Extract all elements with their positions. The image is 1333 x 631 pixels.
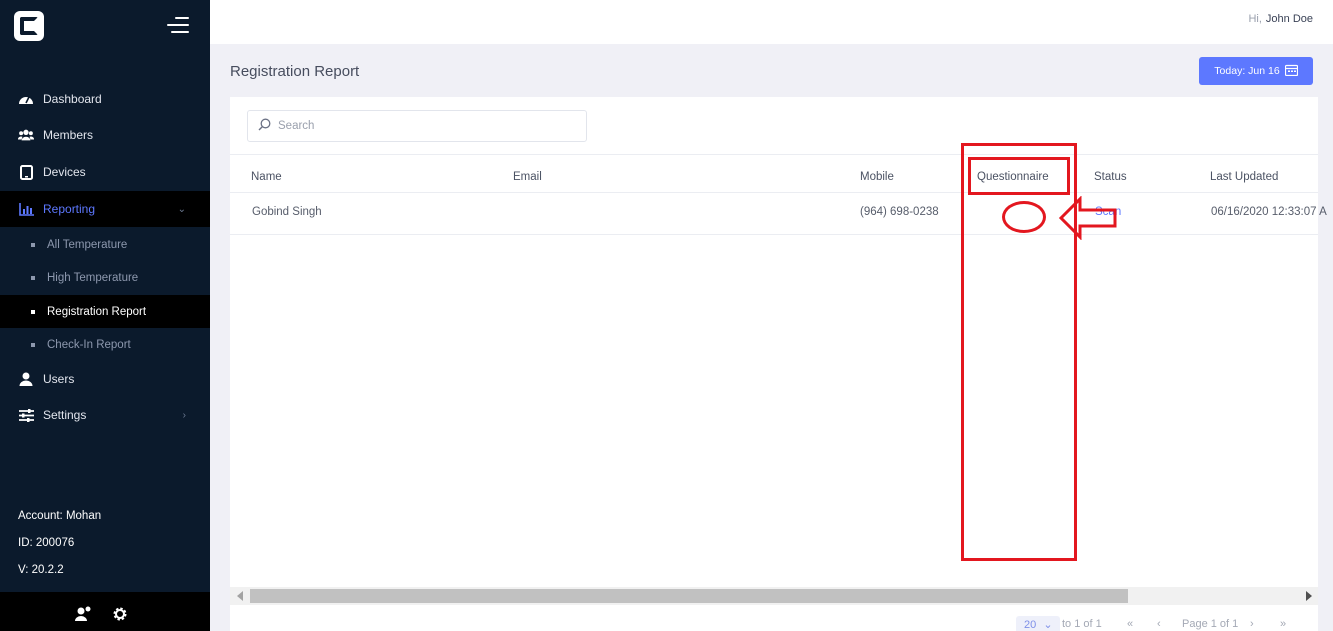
scroll-left-icon[interactable]	[237, 591, 243, 601]
pagination-range: to 1 of 1	[1062, 618, 1102, 630]
annotation-arrow-icon	[1058, 196, 1117, 240]
sidebar-item-users[interactable]: Users	[0, 361, 210, 397]
sidebar-subitem-all-temperature[interactable]: All Temperature	[0, 228, 210, 261]
app-logo[interactable]	[14, 11, 44, 41]
sidebar-item-label: Users	[43, 372, 75, 386]
sidebar-item-settings[interactable]: Settings ›	[0, 397, 210, 433]
user-name: John Doe	[1265, 13, 1313, 25]
page-title: Registration Report	[230, 63, 360, 80]
annotation-header-highlight	[968, 157, 1070, 195]
user-greeting[interactable]: Hi, John Doe	[1248, 13, 1313, 25]
sidebar-item-members[interactable]: Members	[0, 117, 210, 153]
next-page-icon[interactable]: ›	[1250, 618, 1254, 630]
sidebar-item-label: Dashboard	[43, 92, 102, 106]
sidebar: Dashboard Members Devices Reporting ⌄ Al…	[0, 0, 210, 631]
bullet-icon	[31, 275, 35, 280]
first-page-icon[interactable]: «	[1127, 618, 1133, 630]
bullet-icon	[31, 309, 35, 314]
sidebar-item-label: Devices	[43, 165, 86, 179]
horizontal-scrollbar[interactable]	[230, 587, 1318, 605]
cell-mobile: (964) 698-0238	[860, 206, 939, 218]
search-icon	[258, 118, 271, 134]
user-settings-icon[interactable]	[75, 606, 92, 624]
page-size-select[interactable]: 20 ⌄	[1016, 616, 1060, 631]
page-size-value: 20	[1024, 619, 1037, 631]
app-version: V: 20.2.2	[18, 564, 64, 576]
sidebar-item-label: Reporting	[43, 202, 96, 216]
dashboard-icon	[18, 91, 34, 107]
date-picker-button[interactable]: Today: Jun 16	[1199, 57, 1313, 85]
column-header-name[interactable]: Name	[251, 171, 282, 183]
chevron-right-icon: ›	[182, 409, 186, 421]
sidebar-subitem-high-temperature[interactable]: High Temperature	[0, 261, 210, 294]
account-id: ID: 200076	[18, 537, 75, 549]
scrollbar-thumb[interactable]	[250, 589, 1128, 603]
report-card: Name Email Mobile Questionnaire Status L…	[230, 97, 1327, 631]
sidebar-item-devices[interactable]: Devices	[0, 154, 210, 190]
divider	[230, 154, 1318, 155]
divider	[230, 192, 1318, 193]
sidebar-item-reporting[interactable]: Reporting ⌄	[0, 191, 210, 227]
gear-icon[interactable]	[112, 606, 128, 625]
column-header-status[interactable]: Status	[1094, 171, 1127, 183]
account-name: Account: Mohan	[18, 510, 102, 522]
top-bar: Hi, John Doe	[210, 0, 1333, 44]
calendar-icon	[1284, 64, 1298, 79]
last-page-icon[interactable]: »	[1280, 618, 1286, 630]
sidebar-subitem-label: Check-In Report	[47, 338, 131, 351]
sidebar-subitem-label: High Temperature	[47, 271, 139, 284]
page-indicator: Page 1 of 1	[1182, 618, 1239, 630]
column-header-last-updated[interactable]: Last Updated	[1210, 171, 1278, 183]
user-icon	[18, 371, 34, 387]
cell-last-updated: 06/16/2020 12:33:07 A	[1211, 206, 1327, 218]
sidebar-subitem-label: Registration Report	[47, 305, 147, 318]
annotation-cell-circle	[1002, 201, 1046, 233]
search-box[interactable]	[247, 110, 587, 142]
search-input[interactable]	[278, 120, 568, 132]
sliders-icon	[18, 407, 34, 423]
bullet-icon	[31, 342, 35, 347]
date-button-label: Today: Jun 16	[1214, 65, 1280, 77]
sidebar-item-label: Settings	[43, 408, 87, 422]
sidebar-subitem-check-in-report[interactable]: Check-In Report	[0, 328, 210, 361]
column-header-email[interactable]: Email	[513, 171, 542, 183]
sidebar-footer	[0, 592, 210, 631]
sidebar-item-label: Members	[43, 128, 94, 142]
chevron-down-icon: ⌄	[1043, 619, 1053, 631]
greeting-text: Hi,	[1248, 13, 1262, 25]
column-header-mobile[interactable]: Mobile	[860, 171, 894, 183]
chevron-down-icon: ⌄	[177, 203, 186, 215]
menu-toggle-icon[interactable]	[167, 17, 189, 33]
bullet-icon	[31, 242, 35, 247]
bar-chart-icon	[18, 201, 34, 217]
tablet-icon	[18, 164, 34, 180]
sidebar-subitem-registration-report[interactable]: Registration Report	[0, 295, 210, 328]
divider	[230, 234, 1318, 235]
cell-name: Gobind Singh	[252, 206, 322, 218]
users-group-icon	[18, 127, 34, 143]
sidebar-item-dashboard[interactable]: Dashboard	[0, 81, 210, 117]
scroll-right-icon[interactable]	[1306, 591, 1312, 601]
sidebar-subitem-label: All Temperature	[47, 238, 128, 251]
previous-page-icon[interactable]: ‹	[1157, 618, 1161, 630]
